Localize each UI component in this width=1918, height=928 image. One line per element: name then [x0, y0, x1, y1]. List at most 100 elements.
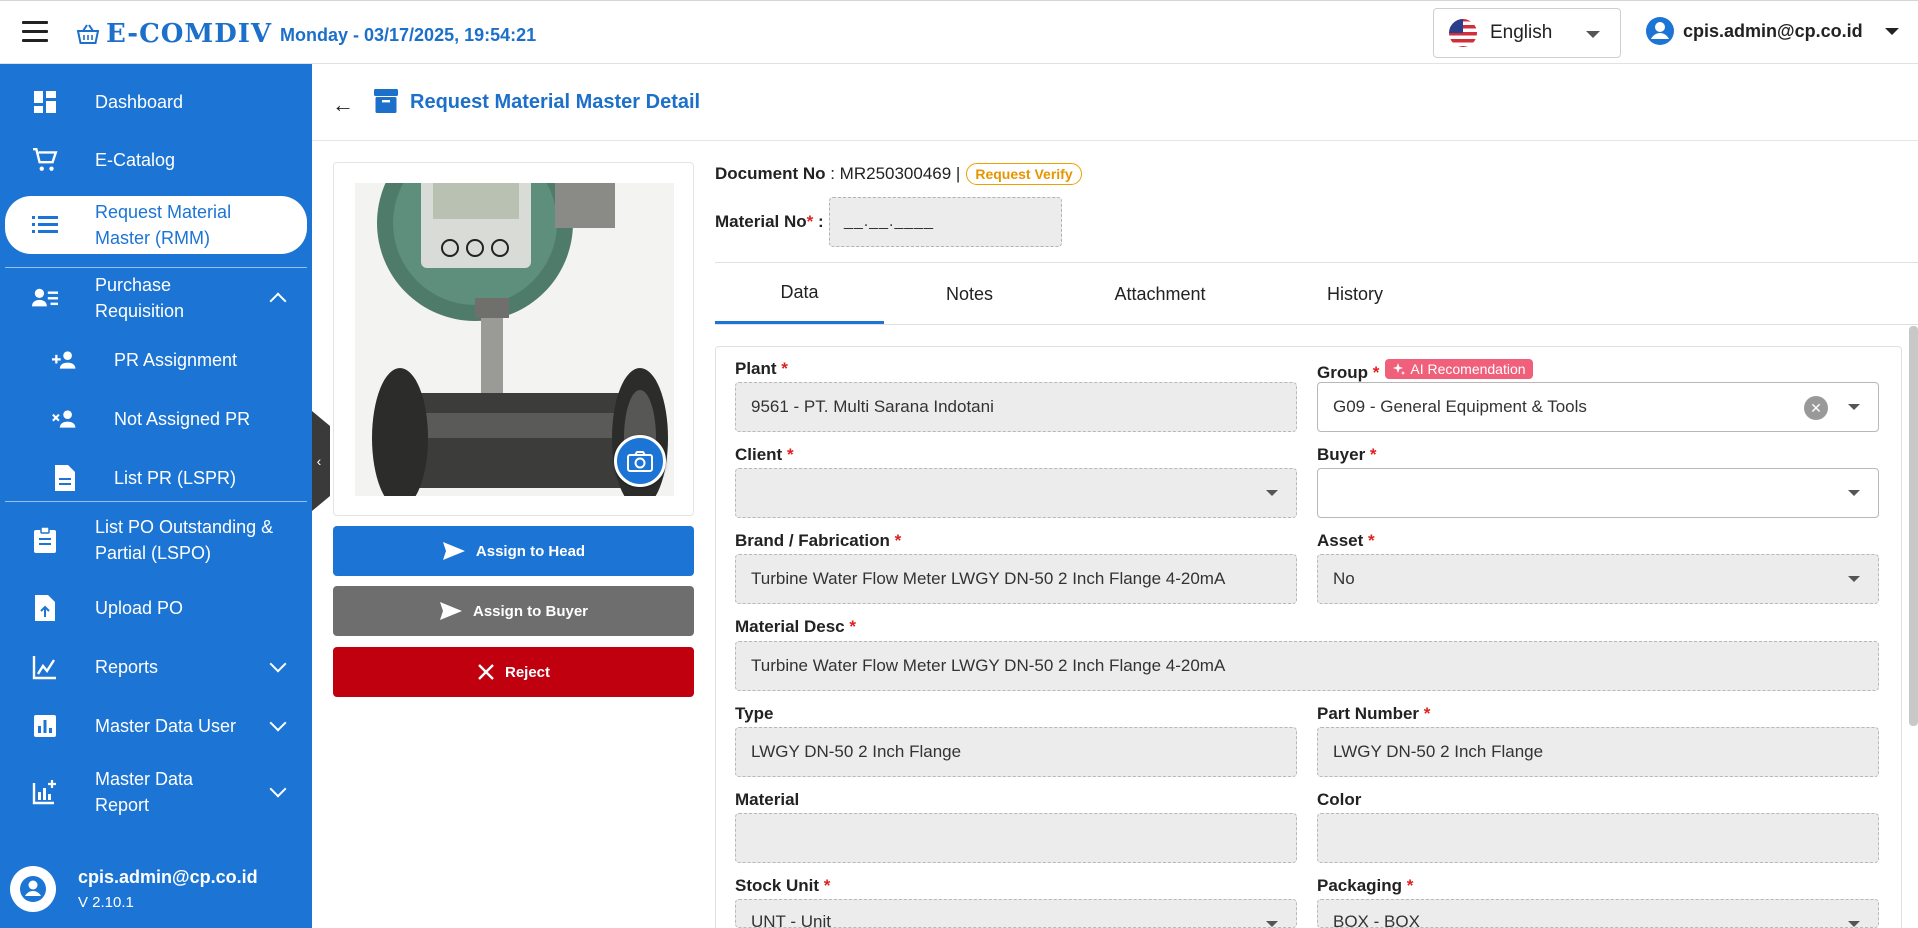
- ai-recommendation-badge[interactable]: AI Recomendation: [1385, 359, 1533, 379]
- sidebar-item-pr-assignment[interactable]: PR Assignment: [0, 334, 312, 386]
- chevron-down-icon: [1586, 31, 1600, 38]
- sidebar-divider: [5, 501, 307, 502]
- tab-attachment[interactable]: Attachment: [1065, 264, 1255, 324]
- client-label: Client *: [735, 445, 794, 464]
- sidebar: Dashboard E-Catalog Request Material Mas…: [0, 64, 312, 928]
- chevron-down-icon: [269, 655, 287, 673]
- basket-icon: [76, 24, 100, 44]
- plant-label: Plant *: [735, 359, 788, 378]
- brand-logo[interactable]: E-COMDIV: [76, 19, 272, 49]
- color-label: Color: [1317, 790, 1362, 809]
- change-photo-button[interactable]: [614, 435, 666, 487]
- user-menu[interactable]: cpis.admin@cp.co.id: [1645, 16, 1899, 46]
- tabs-divider: [715, 262, 1918, 263]
- app-version: V 2.10.1: [78, 894, 134, 911]
- material-field[interactable]: [735, 813, 1297, 863]
- chevron-left-icon: ‹: [316, 453, 322, 469]
- chevron-down-icon: [1848, 404, 1860, 410]
- current-datetime: Monday - 03/17/2025, 19:54:21: [280, 25, 537, 45]
- menu-icon[interactable]: [22, 21, 48, 43]
- material-desc-field[interactable]: Turbine Water Flow Meter LWGY DN-50 2 In…: [735, 641, 1879, 691]
- status-badge: Request Verify: [966, 163, 1082, 185]
- tab-data[interactable]: Data: [715, 264, 884, 324]
- material-label: Material: [735, 790, 800, 809]
- sidebar-item-reports[interactable]: Reports: [0, 641, 312, 693]
- part-number-field[interactable]: LWGY DN-50 2 Inch Flange: [1317, 727, 1879, 777]
- chevron-down-icon: [1266, 490, 1278, 496]
- person-remove-icon: [52, 406, 78, 432]
- chart-icon: [32, 654, 58, 680]
- sidebar-item-list-pr[interactable]: List PR (LSPR): [0, 452, 312, 504]
- page-header: ← Request Material Master Detail: [312, 64, 1918, 141]
- material-no-label: Material No* :: [715, 212, 824, 231]
- chevron-down-icon: [1848, 576, 1860, 582]
- reject-button[interactable]: Reject: [333, 647, 694, 697]
- tabs-bottom-line: [715, 324, 1918, 325]
- clear-icon[interactable]: ✕: [1804, 396, 1828, 420]
- asset-label: Asset *: [1317, 531, 1375, 550]
- user-email: cpis.admin@cp.co.id: [1683, 20, 1863, 41]
- buyer-select[interactable]: [1317, 468, 1879, 518]
- sidebar-item-list-po-outstanding[interactable]: List PO Outstanding & Partial (LSPO): [0, 510, 312, 570]
- type-label: Type: [735, 704, 774, 723]
- client-select[interactable]: [735, 468, 1297, 518]
- sidebar-item-upload-po[interactable]: Upload PO: [0, 582, 312, 634]
- asset-select[interactable]: No: [1317, 554, 1879, 604]
- brand-field[interactable]: Turbine Water Flow Meter LWGY DN-50 2 In…: [735, 554, 1297, 604]
- assign-to-buyer-button[interactable]: Assign to Buyer: [333, 586, 694, 636]
- document-number: MR250300469: [839, 164, 952, 183]
- person-list-icon: [32, 285, 58, 311]
- material-desc-label: Material Desc *: [735, 617, 856, 636]
- send-icon: [439, 602, 462, 620]
- account-circle-icon: [10, 866, 56, 912]
- person-add-icon: [52, 347, 78, 373]
- report-add-icon: [32, 779, 58, 805]
- packaging-label: Packaging *: [1317, 876, 1414, 895]
- back-arrow-icon[interactable]: ←: [332, 92, 354, 118]
- sidebar-item-purchase-requisition[interactable]: Purchase Requisition: [0, 268, 312, 328]
- packaging-select[interactable]: BOX - BOX: [1317, 899, 1879, 928]
- sidebar-item-master-data-report[interactable]: Master Data Report: [0, 762, 312, 822]
- stock-unit-label: Stock Unit *: [735, 876, 831, 895]
- sidebar-item-rmm[interactable]: Request Material Master (RMM): [5, 196, 307, 254]
- dashboard-icon: [32, 89, 58, 115]
- chevron-down-icon: [269, 714, 287, 732]
- chevron-down-icon: [1848, 921, 1860, 927]
- assign-to-head-button[interactable]: Assign to Head: [333, 526, 694, 576]
- account-circle-icon: [1646, 17, 1674, 45]
- document-info: Document No : MR250300469 | Request Veri…: [715, 163, 1082, 185]
- page-title: Request Material Master Detail: [410, 91, 701, 113]
- scrollbar[interactable]: [1909, 326, 1918, 726]
- list-icon: [32, 212, 58, 238]
- sidebar-collapse-handle[interactable]: ‹: [312, 411, 330, 511]
- material-image-card: [333, 162, 694, 516]
- sidebar-item-dashboard[interactable]: Dashboard: [0, 76, 312, 128]
- top-bar: E-COMDIV Monday - 03/17/2025, 19:54:21 E…: [0, 0, 1918, 64]
- clipboard-icon: [32, 527, 58, 553]
- tab-history[interactable]: History: [1270, 264, 1440, 324]
- stock-unit-select[interactable]: UNT - Unit: [735, 899, 1297, 928]
- type-field[interactable]: LWGY DN-50 2 Inch Flange: [735, 727, 1297, 777]
- sidebar-user[interactable]: cpis.admin@cp.co.id V 2.10.1: [10, 866, 258, 912]
- plant-field[interactable]: 9561 - PT. Multi Sarana Indotani: [735, 382, 1297, 432]
- tab-notes[interactable]: Notes: [885, 264, 1054, 324]
- color-field[interactable]: [1317, 813, 1879, 863]
- sidebar-item-not-assigned-pr[interactable]: Not Assigned PR: [0, 393, 312, 445]
- material-no-input[interactable]: __.__.____: [829, 197, 1062, 247]
- language-select[interactable]: English: [1433, 8, 1621, 58]
- file-upload-icon: [32, 595, 58, 621]
- cart-icon: [32, 147, 58, 173]
- sidebar-item-ecatalog[interactable]: E-Catalog: [0, 134, 312, 186]
- chevron-down-icon: [1884, 27, 1899, 35]
- document-label: Document No: [715, 164, 826, 183]
- buyer-label: Buyer *: [1317, 445, 1377, 464]
- us-flag-icon: [1449, 19, 1477, 47]
- send-icon: [442, 542, 465, 560]
- chevron-up-icon: [269, 292, 287, 310]
- group-select[interactable]: G09 - General Equipment & Tools ✕: [1317, 382, 1879, 432]
- chevron-down-icon: [269, 780, 287, 798]
- chevron-down-icon: [1848, 490, 1860, 496]
- part-number-label: Part Number *: [1317, 704, 1431, 723]
- sidebar-item-master-data-user[interactable]: Master Data User: [0, 700, 312, 752]
- sidebar-user-email: cpis.admin@cp.co.id: [78, 867, 258, 887]
